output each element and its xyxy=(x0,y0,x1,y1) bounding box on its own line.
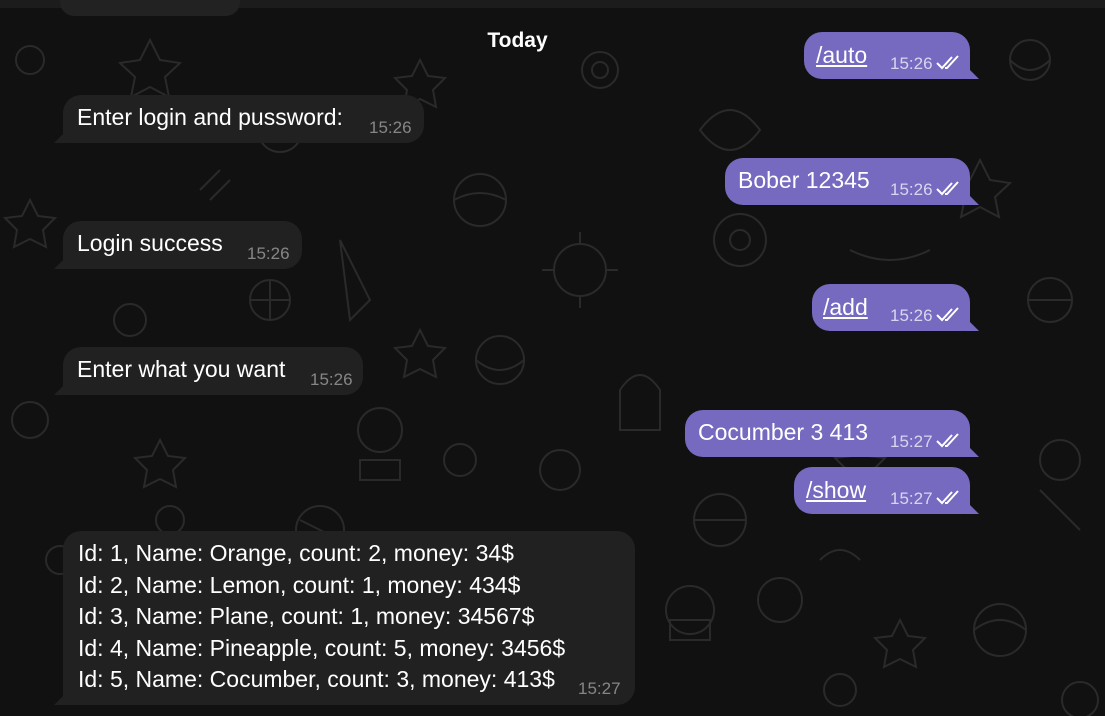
message-incoming[interactable]: Login success 15:26 xyxy=(63,221,302,269)
message-time: 15:27 xyxy=(890,489,933,508)
message-time: 15:26 xyxy=(890,306,933,325)
message-time: 15:27 xyxy=(890,432,933,451)
double-check-icon xyxy=(936,433,959,448)
message-outgoing[interactable]: /add 15:26 xyxy=(812,284,970,331)
chat-area[interactable]: Today /auto 15:26 Enter login and pusswo… xyxy=(0,0,1105,716)
list-line: Id: 4, Name: Pineapple, count: 5, money:… xyxy=(78,634,566,661)
message-incoming[interactable]: Id: 1, Name: Orange, count: 2, money: 34… xyxy=(63,531,635,705)
message-text: Cocumber 3 413 xyxy=(698,419,869,445)
message-time: 15:27 xyxy=(578,679,621,698)
double-check-icon xyxy=(936,55,959,70)
message-incoming[interactable]: Enter login and pussword: 15:26 xyxy=(63,95,424,143)
message-time: 15:26 xyxy=(247,244,290,263)
message-outgoing[interactable]: Bober 12345 15:26 xyxy=(725,158,970,205)
list-line: Id: 3, Name: Plane, count: 1, money: 345… xyxy=(78,603,535,629)
message-time: 15:26 xyxy=(310,370,353,389)
message-time: 15:26 xyxy=(890,180,933,199)
command-link[interactable]: /show xyxy=(806,475,866,506)
message-time: 15:26 xyxy=(369,118,412,137)
message-text: Login success xyxy=(77,230,223,256)
message-outgoing[interactable]: Cocumber 3 413 15:27 xyxy=(685,410,970,457)
list-line: Id: 1, Name: Orange, count: 2, money: 34… xyxy=(78,540,514,566)
previous-message-edge xyxy=(60,0,240,16)
list-line: Id: 5, Name: Cocumber, count: 3, money: … xyxy=(78,666,555,692)
message-text: Id: 1, Name: Orange, count: 2, money: 34… xyxy=(78,538,565,696)
message-text: Enter what you want xyxy=(77,356,286,382)
list-line: Id: 2, Name: Lemon, count: 1, money: 434… xyxy=(78,571,521,598)
message-outgoing[interactable]: /show 15:27 xyxy=(794,467,970,514)
double-check-icon xyxy=(936,181,959,196)
double-check-icon xyxy=(936,490,959,505)
message-text: Enter login and pussword: xyxy=(77,104,343,130)
message-outgoing[interactable]: /auto 15:26 xyxy=(804,32,970,79)
command-link[interactable]: /auto xyxy=(816,40,867,71)
message-text: Bober 12345 xyxy=(738,167,870,193)
message-incoming[interactable]: Enter what you want 15:26 xyxy=(63,347,363,395)
command-link[interactable]: /add xyxy=(823,292,868,323)
message-time: 15:26 xyxy=(890,54,933,73)
double-check-icon xyxy=(936,307,959,322)
